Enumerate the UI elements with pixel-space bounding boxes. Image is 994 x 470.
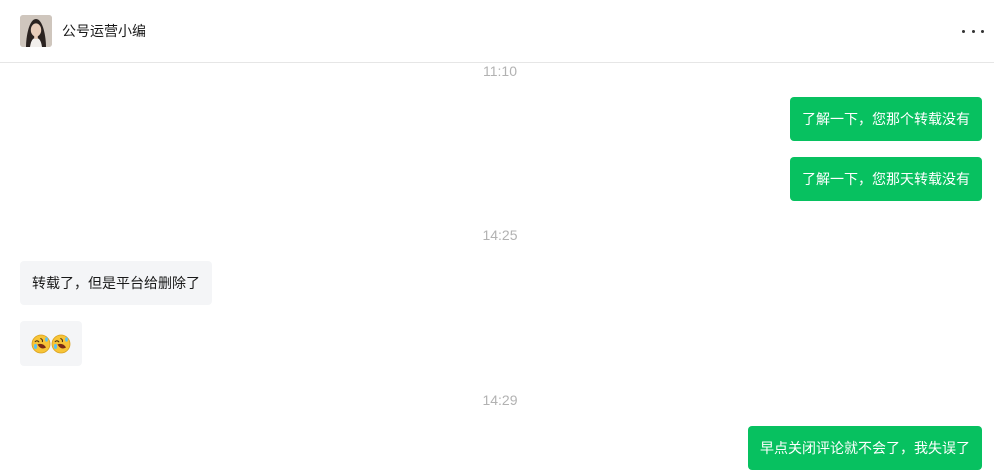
timestamp: 14:25 [482,227,518,243]
timestamp: 14:29 [482,392,518,408]
chat-header: 公号运营小编 [0,0,994,63]
sent-message[interactable]: 了解一下，您那个转载没有 [790,97,982,141]
rolling-laughing-emoji [31,334,51,354]
received-emoji-message[interactable] [20,321,82,367]
sent-message[interactable]: 了解一下，您那天转载没有 [790,157,982,201]
contact-name: 公号运营小编 [62,23,146,39]
avatar-portrait-icon [20,15,52,47]
dot [981,29,984,33]
dot [971,29,975,33]
more-options-icon[interactable] [962,20,984,42]
contact-avatar[interactable] [20,15,52,47]
dot [962,29,965,33]
timestamp: 11:10 [483,63,517,79]
rolling-laughing-emoji [51,334,71,354]
received-message[interactable]: 转载了，但是平台给删除了 [20,261,212,305]
sent-message[interactable]: 早点关闭评论就不会了，我失误了 [748,426,982,470]
